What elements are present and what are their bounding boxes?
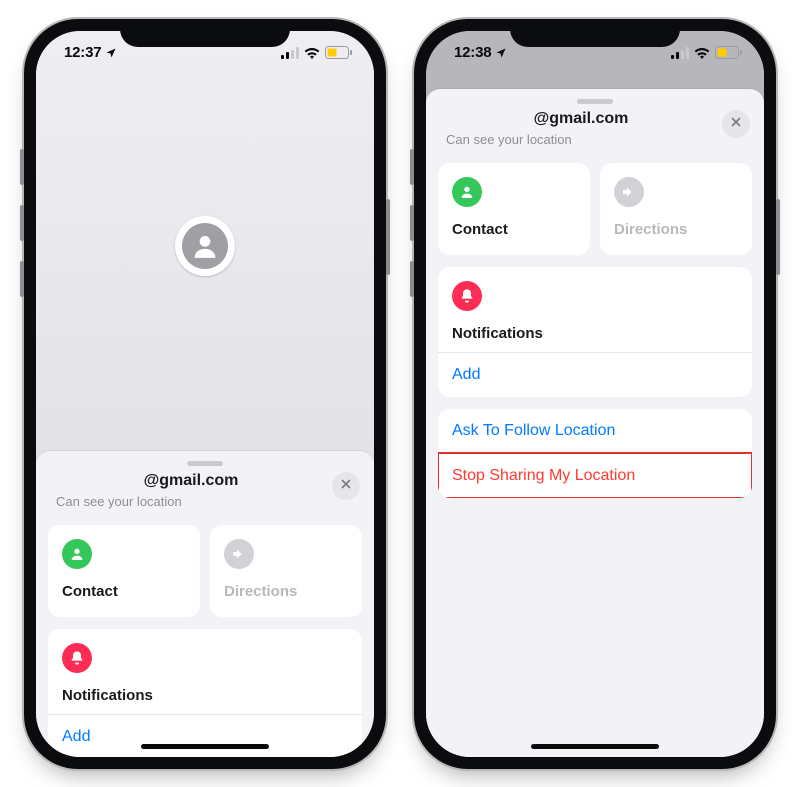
contact-tile-label: Contact — [62, 583, 118, 600]
add-notification-button[interactable]: Add — [48, 714, 362, 757]
cellular-signal-icon — [281, 47, 299, 59]
notifications-title: Notifications — [62, 687, 348, 704]
location-actions-card: Ask To Follow Location Stop Sharing My L… — [438, 409, 752, 498]
home-indicator[interactable] — [531, 744, 659, 749]
directions-tile-label: Directions — [224, 583, 297, 600]
location-arrow-icon — [105, 47, 117, 59]
contact-sheet[interactable]: @gmail.com Can see your location Contact — [36, 451, 374, 757]
status-time: 12:38 — [454, 44, 491, 61]
notch — [510, 19, 680, 47]
contact-tile-label: Contact — [452, 221, 508, 238]
device-right: 12:38 @gmail.com — [414, 19, 776, 769]
stop-sharing-location-button[interactable]: Stop Sharing My Location — [438, 453, 752, 498]
avatar-placeholder-icon — [182, 223, 228, 269]
home-indicator[interactable] — [141, 744, 269, 749]
bell-icon — [452, 281, 482, 311]
status-time: 12:37 — [64, 44, 101, 61]
notifications-title: Notifications — [452, 325, 738, 342]
directions-tile: Directions — [210, 525, 362, 617]
directions-tile: Directions — [600, 163, 752, 255]
bell-icon — [62, 643, 92, 673]
sheet-grabber[interactable] — [577, 99, 613, 104]
sheet-subtitle: Can see your location — [446, 132, 716, 147]
directions-icon — [224, 539, 254, 569]
wifi-icon — [304, 47, 320, 59]
screen-left: 12:37 — [36, 31, 374, 757]
map-background[interactable] — [36, 31, 374, 461]
screen-right: 12:38 @gmail.com — [426, 31, 764, 757]
location-arrow-icon — [495, 47, 507, 59]
device-left: 12:37 — [24, 19, 386, 769]
sheet-grabber[interactable] — [187, 461, 223, 466]
contact-tile[interactable]: Contact — [48, 525, 200, 617]
contact-sheet[interactable]: @gmail.com Can see your location Contact — [426, 89, 764, 757]
add-notification-button[interactable]: Add — [438, 352, 752, 397]
sheet-title: @gmail.com — [56, 472, 326, 490]
battery-icon — [715, 46, 742, 59]
sheet-title: @gmail.com — [446, 110, 716, 128]
contact-icon — [62, 539, 92, 569]
close-icon — [730, 116, 742, 131]
contact-avatar-pin[interactable] — [175, 216, 235, 276]
close-icon — [340, 478, 352, 493]
notifications-card: Notifications Add — [438, 267, 752, 397]
close-sheet-button[interactable] — [332, 472, 360, 500]
notch — [120, 19, 290, 47]
directions-tile-label: Directions — [614, 221, 687, 238]
close-sheet-button[interactable] — [722, 110, 750, 138]
wifi-icon — [694, 47, 710, 59]
contact-tile[interactable]: Contact — [438, 163, 590, 255]
contact-icon — [452, 177, 482, 207]
battery-icon — [325, 46, 352, 59]
cellular-signal-icon — [671, 47, 689, 59]
notifications-card: Notifications Add — [48, 629, 362, 757]
directions-icon — [614, 177, 644, 207]
sheet-subtitle: Can see your location — [56, 494, 326, 509]
ask-follow-location-button[interactable]: Ask To Follow Location — [438, 409, 752, 453]
